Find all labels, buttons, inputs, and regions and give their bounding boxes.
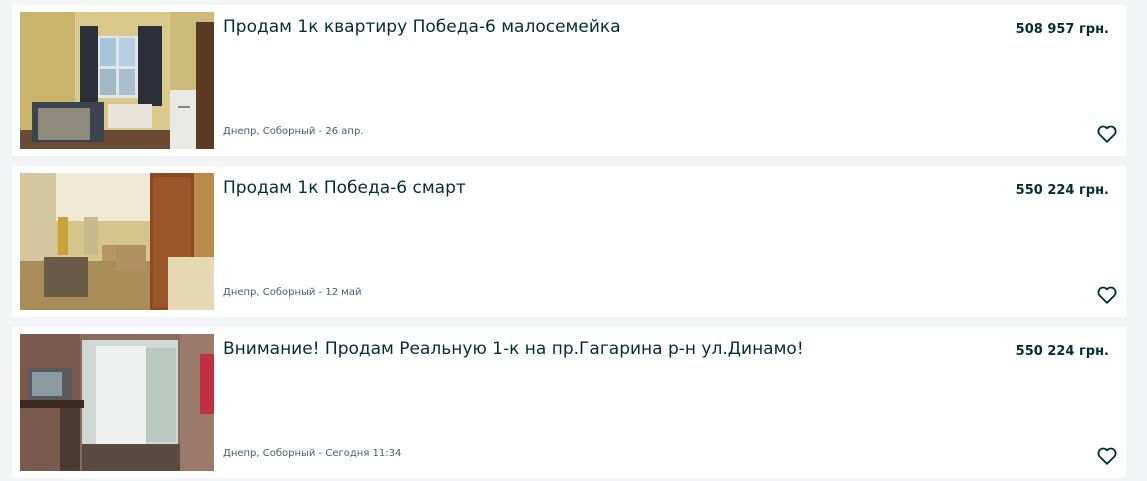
listing-photo[interactable]: [20, 12, 214, 149]
listing-title[interactable]: Внимание! Продам Реальную 1-к на пр.Гага…: [223, 339, 804, 359]
listing-title[interactable]: Продам 1к квартиру Победа-6 малосемейка: [223, 17, 621, 37]
heart-outline-icon: [1097, 447, 1117, 465]
listing-location-date: Днепр, Соборный - 12 май: [223, 287, 362, 298]
listing-card[interactable]: Внимание! Продам Реальную 1-к на пр.Гага…: [12, 327, 1126, 478]
heart-outline-icon: [1097, 125, 1117, 143]
listing-price: 550 224 грн.: [1015, 183, 1109, 198]
listing-location-date: Днепр, Соборный - 26 апр.: [223, 126, 364, 137]
listing-photo[interactable]: [20, 334, 214, 471]
favorite-button[interactable]: [1096, 123, 1118, 145]
listing-card[interactable]: Продам 1к квартиру Победа-6 малосемейка …: [12, 5, 1126, 156]
favorite-button[interactable]: [1096, 284, 1118, 306]
room-photo-icon: [20, 12, 214, 149]
room-photo-icon: [20, 173, 214, 310]
listing-title[interactable]: Продам 1к Победа-6 смарт: [223, 178, 466, 198]
listing-card[interactable]: Продам 1к Победа-6 смарт 550 224 грн. Дн…: [12, 166, 1126, 317]
listing-list: Продам 1к квартиру Победа-6 малосемейка …: [12, 5, 1126, 481]
listing-price: 508 957 грн.: [1015, 22, 1109, 37]
listing-photo[interactable]: [20, 173, 214, 310]
heart-outline-icon: [1097, 286, 1117, 304]
favorite-button[interactable]: [1096, 445, 1118, 467]
listing-price: 550 224 грн.: [1015, 344, 1109, 359]
room-photo-icon: [20, 334, 214, 471]
listing-location-date: Днепр, Соборный - Сегодня 11:34: [223, 448, 402, 459]
